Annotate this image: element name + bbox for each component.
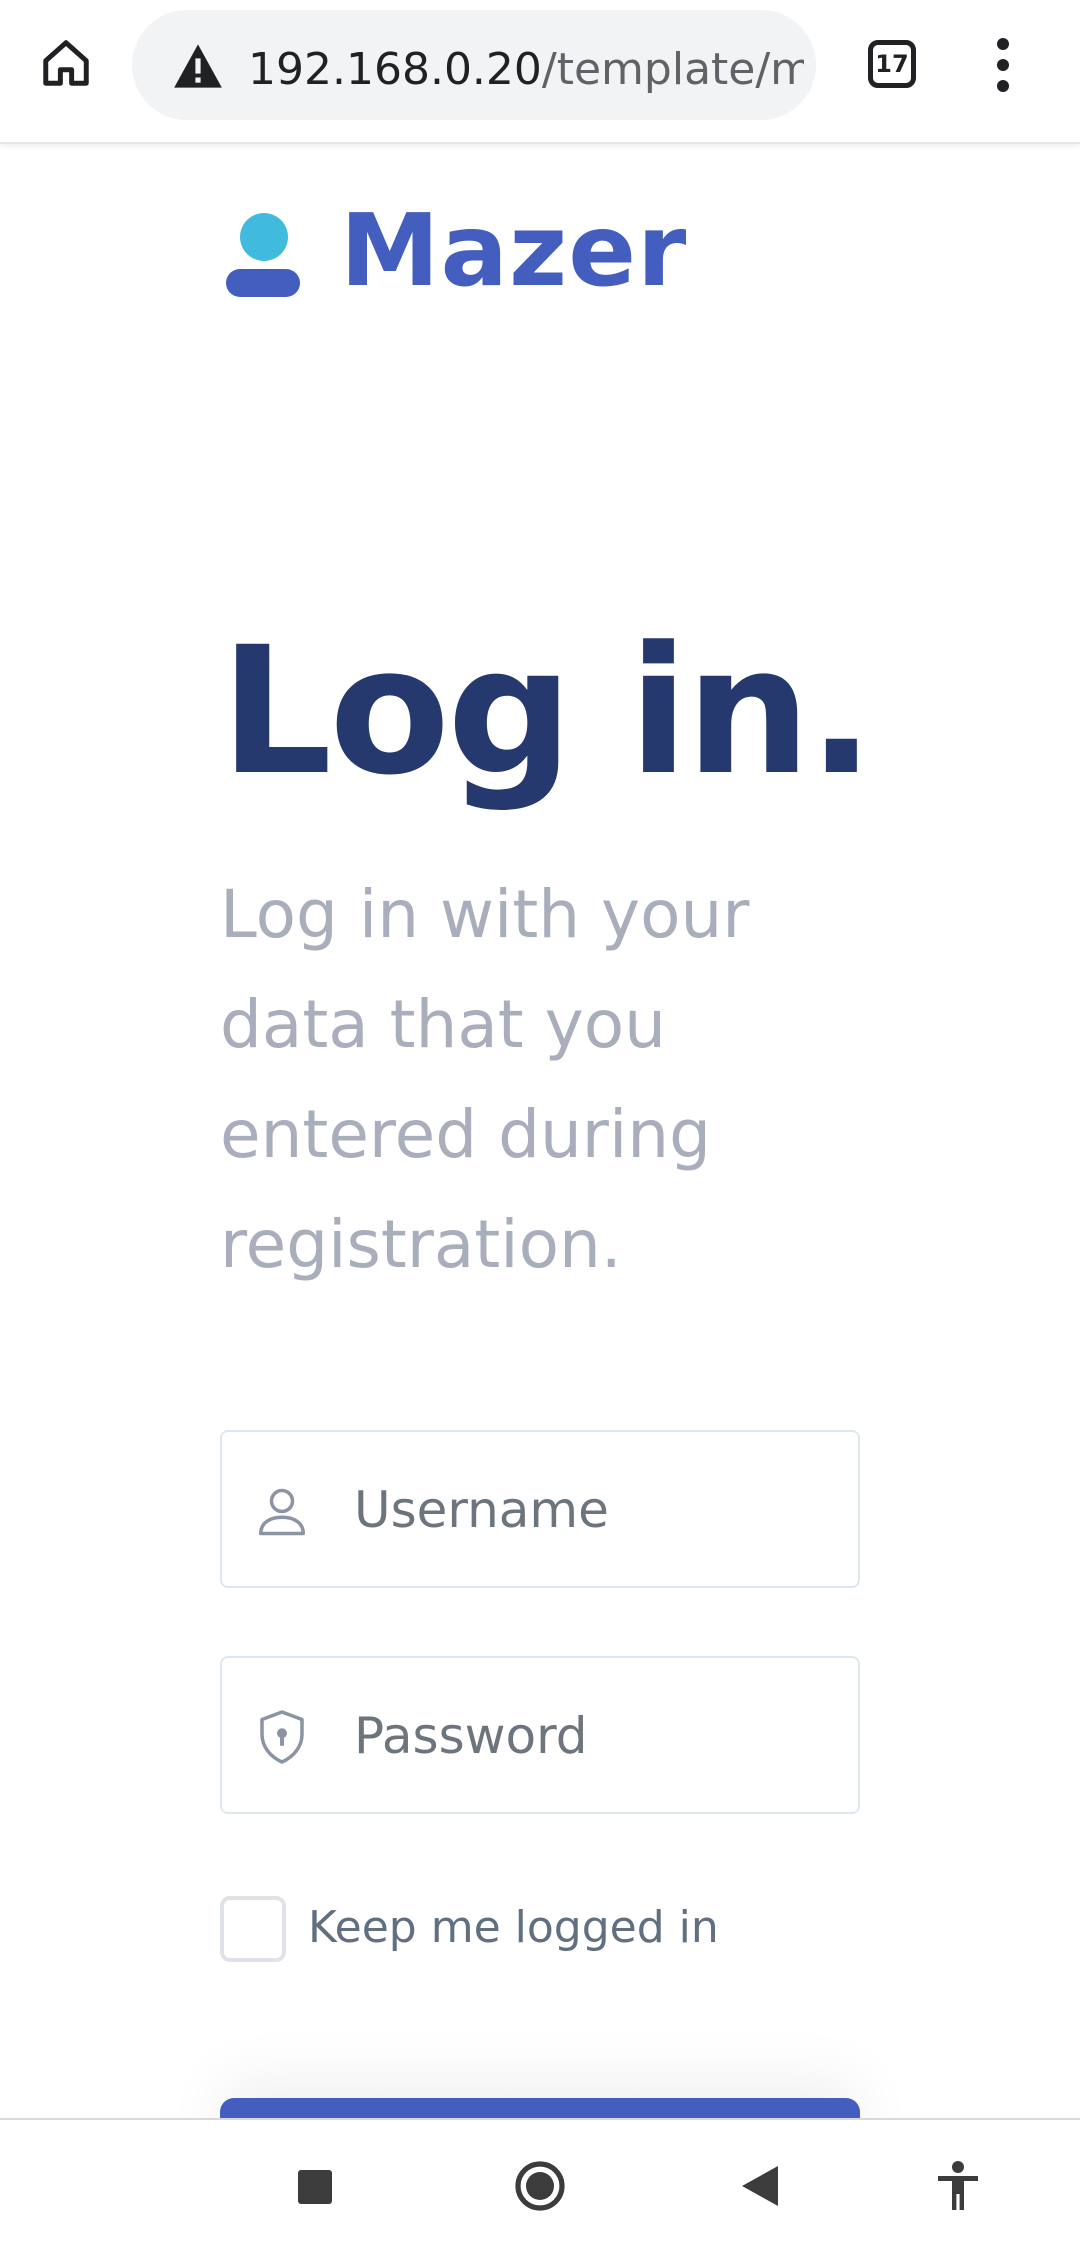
page-title: Log in.: [220, 609, 875, 814]
shield-lock-icon: [260, 1710, 304, 1764]
menu-dot: [997, 59, 1009, 71]
tab-count: 17: [875, 50, 909, 78]
accessibility-icon[interactable]: [936, 2160, 980, 2212]
person-icon: [259, 1488, 305, 1536]
logo-head: [240, 213, 288, 261]
url-host: 192.168.0.20: [248, 44, 542, 95]
page: 192.168.0.20/template/m 17 Mazer Log in.…: [0, 0, 1080, 2248]
url-path: /template/m: [541, 44, 804, 95]
back-icon[interactable]: [740, 2164, 780, 2208]
address-bar[interactable]: 192.168.0.20/template/m: [132, 10, 816, 120]
home-icon: [43, 40, 89, 86]
menu-dot: [997, 38, 1009, 50]
warning-icon[interactable]: [172, 42, 224, 90]
brand-logo[interactable]: Mazer: [224, 196, 686, 306]
logo-body: [226, 269, 300, 297]
password-field[interactable]: [220, 1656, 860, 1814]
password-input[interactable]: [354, 1698, 834, 1774]
recents-icon[interactable]: [298, 2170, 332, 2204]
username-input[interactable]: [354, 1472, 834, 1548]
home-circle-icon[interactable]: [514, 2160, 566, 2212]
keep-logged-in-checkbox[interactable]: [220, 1896, 286, 1962]
home-button[interactable]: [36, 33, 96, 93]
browser-toolbar: 192.168.0.20/template/m 17: [0, 0, 1080, 144]
logo-user-icon: [224, 209, 300, 299]
menu-dot: [997, 80, 1009, 92]
more-vert-icon[interactable]: [988, 38, 1018, 92]
keep-logged-in-label[interactable]: Keep me logged in: [308, 1898, 719, 1958]
system-nav-bar: [0, 2118, 1080, 2248]
tab-switcher-button[interactable]: 17: [868, 40, 916, 88]
page-subtitle: Log in with your data that you entered d…: [220, 876, 750, 1283]
brand-name: Mazer: [340, 192, 688, 309]
username-field[interactable]: [220, 1430, 860, 1588]
url-text[interactable]: 192.168.0.20/template/m: [248, 44, 804, 96]
